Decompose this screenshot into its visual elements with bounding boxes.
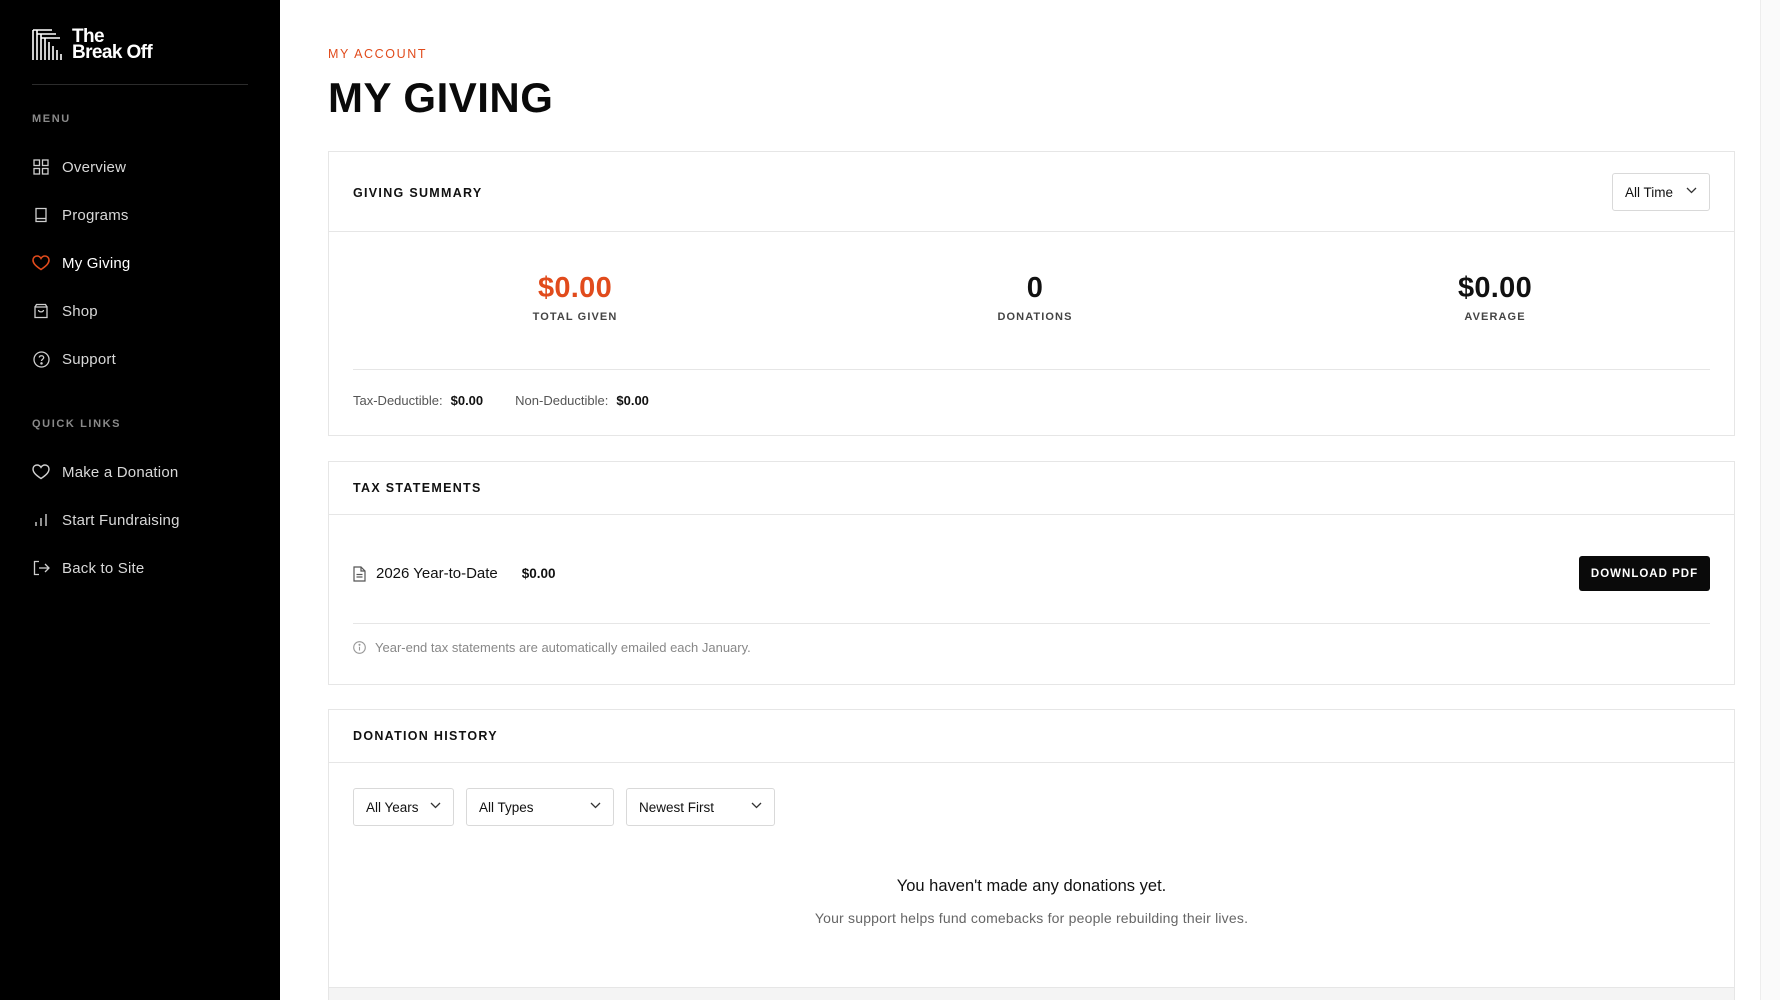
stat-average: $0.00 AVERAGE	[1395, 272, 1595, 323]
help-circle-icon	[32, 350, 50, 368]
sidebar: The Break Off MENU Overview Programs My …	[0, 0, 280, 1000]
card-title: GIVING SUMMARY	[353, 186, 483, 200]
tax-deductible-label: Tax-Deductible:	[353, 393, 443, 408]
sidebar-item-back-to-site[interactable]: Back to Site	[32, 553, 248, 583]
tax-divider	[353, 623, 1710, 624]
card-header: TAX STATEMENTS	[329, 462, 1734, 515]
stat-total-given: $0.00 TOTAL GIVEN	[475, 272, 675, 323]
chevron-down-icon	[430, 802, 441, 809]
tax-statements-card: TAX STATEMENTS 2026 Year-to-Date $0.00 D…	[328, 461, 1735, 685]
sidebar-item-make-donation[interactable]: Make a Donation	[32, 457, 248, 487]
donations-value: 0	[1026, 272, 1044, 304]
sidebar-item-label: Programs	[62, 206, 129, 224]
deductible-breakdown: Tax-Deductible: $0.00 Non-Deductible: $0…	[353, 393, 649, 408]
non-deductible-label: Non-Deductible:	[515, 393, 609, 408]
statement-row: 2026 Year-to-Date $0.00	[353, 565, 556, 582]
info-icon	[353, 641, 366, 654]
giving-summary-card: GIVING SUMMARY All Time $0.00 TOTAL GIVE…	[328, 151, 1735, 436]
brand-logo[interactable]: The Break Off	[32, 27, 153, 63]
card-footer	[329, 987, 1734, 1000]
chevron-down-icon	[590, 802, 601, 809]
document-icon	[353, 565, 366, 582]
download-pdf-button[interactable]: DOWNLOAD PDF	[1579, 556, 1710, 591]
logo-mark-icon	[32, 29, 66, 61]
donations-label: DONATIONS	[997, 311, 1073, 323]
sidebar-item-my-giving[interactable]: My Giving	[32, 248, 248, 278]
sidebar-item-programs[interactable]: Programs	[32, 200, 248, 230]
period-select[interactable]: All Time	[1612, 173, 1710, 211]
year-filter-value: All Years	[366, 799, 419, 815]
main-content: MY ACCOUNT MY GIVING GIVING SUMMARY All …	[280, 0, 1780, 1000]
breadcrumb: MY ACCOUNT	[328, 47, 428, 61]
shopping-bag-icon	[32, 302, 50, 320]
tax-deductible-value: $0.00	[450, 393, 484, 408]
empty-state-subtitle: Your support helps fund comebacks for pe…	[814, 910, 1249, 926]
sidebar-item-label: Make a Donation	[62, 463, 179, 481]
summary-divider	[353, 369, 1710, 370]
menu-heading: MENU	[32, 113, 71, 125]
card-title: TAX STATEMENTS	[353, 481, 482, 495]
type-filter-value: All Types	[479, 799, 534, 815]
sidebar-item-overview[interactable]: Overview	[32, 152, 248, 182]
card-header: GIVING SUMMARY All Time	[329, 152, 1734, 232]
sidebar-item-label: Shop	[62, 302, 98, 320]
sidebar-item-label: Back to Site	[62, 559, 145, 577]
heart-outline-icon	[32, 463, 50, 481]
heart-icon	[32, 254, 50, 272]
donation-history-card: DONATION HISTORY All Years All Types New…	[328, 709, 1735, 1000]
sidebar-item-label: Start Fundraising	[62, 511, 180, 529]
total-given-value: $0.00	[537, 272, 613, 304]
period-select-value: All Time	[1625, 184, 1674, 200]
total-given-label: TOTAL GIVEN	[532, 311, 618, 323]
sidebar-item-support[interactable]: Support	[32, 344, 248, 374]
chevron-down-icon	[751, 802, 762, 809]
log-out-icon	[32, 559, 50, 577]
bar-chart-icon	[32, 511, 50, 529]
average-value: $0.00	[1457, 272, 1533, 304]
scrollbar-track[interactable]	[1760, 0, 1780, 1000]
sidebar-item-start-fundraising[interactable]: Start Fundraising	[32, 505, 248, 535]
non-deductible-value: $0.00	[616, 393, 649, 408]
sidebar-divider	[32, 84, 248, 85]
book-icon	[32, 206, 50, 224]
chevron-down-icon	[1686, 187, 1697, 194]
statement-name: 2026 Year-to-Date	[376, 565, 498, 582]
sidebar-item-label: My Giving	[62, 254, 131, 272]
brand-name: The Break Off	[72, 27, 153, 63]
sidebar-item-label: Overview	[62, 158, 127, 176]
empty-state-title: You haven't made any donations yet.	[896, 877, 1167, 895]
tax-note-text: Year-end tax statements are automaticall…	[375, 640, 751, 655]
year-filter-select[interactable]: All Years	[353, 788, 454, 826]
type-filter-select[interactable]: All Types	[466, 788, 614, 826]
card-header: DONATION HISTORY	[329, 710, 1734, 763]
sidebar-item-label: Support	[62, 350, 116, 368]
quick-links-heading: QUICK LINKS	[32, 418, 122, 430]
sidebar-item-shop[interactable]: Shop	[32, 296, 248, 326]
card-title: DONATION HISTORY	[353, 729, 498, 743]
sort-value: Newest First	[639, 799, 715, 815]
stat-donations: 0 DONATIONS	[935, 272, 1135, 323]
sort-select[interactable]: Newest First	[626, 788, 775, 826]
statement-amount: $0.00	[521, 566, 556, 581]
brand-line-2: Break Off	[72, 42, 153, 63]
page-title: MY GIVING	[328, 74, 554, 121]
average-label: AVERAGE	[1464, 311, 1526, 323]
tax-note: Year-end tax statements are automaticall…	[353, 640, 751, 655]
grid-icon	[32, 158, 50, 176]
